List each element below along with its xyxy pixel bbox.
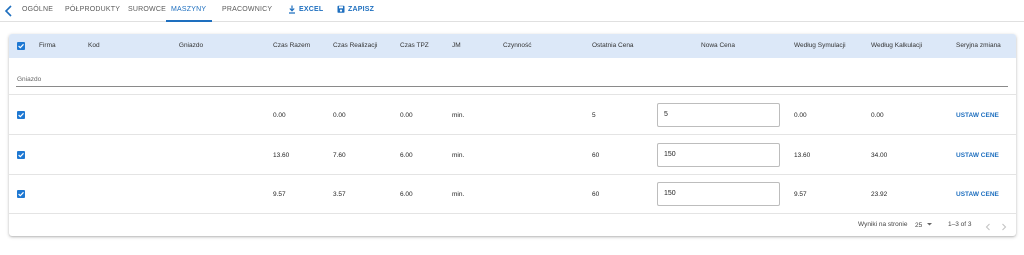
ustaw-cene-button[interactable]: USTAW CENE xyxy=(956,191,999,198)
header-kod[interactable]: Kod xyxy=(88,42,100,49)
row-checkbox[interactable] xyxy=(17,111,25,119)
tab-pracownicy[interactable]: PRACOWNICY xyxy=(222,6,272,13)
divider xyxy=(9,134,1016,135)
header-nowa-cena[interactable]: Nowa Cena xyxy=(701,42,735,49)
cell-czas-tpz: 6.00 xyxy=(400,152,413,159)
gniazdo-filter-label: Gniazdo xyxy=(17,76,42,83)
previous-page-icon[interactable] xyxy=(984,219,992,236)
select-all-checkbox[interactable] xyxy=(17,42,25,50)
ustaw-cene-button[interactable]: USTAW CENE xyxy=(956,152,999,159)
header-wedlug-symulacji[interactable]: Według Symulacji xyxy=(794,42,846,49)
header-jm[interactable]: JM xyxy=(452,42,461,49)
divider xyxy=(9,174,1016,175)
nowa-cena-input[interactable]: 5 xyxy=(657,103,780,127)
active-tab-indicator xyxy=(166,20,212,22)
header-ostatnia-cena[interactable]: Ostatnia Cena xyxy=(592,42,634,49)
header-firma[interactable]: Firma xyxy=(39,42,56,49)
per-page-select[interactable]: 25 xyxy=(915,221,933,229)
cell-jm: min. xyxy=(452,152,465,159)
cell-wedlug-kalkulacji: 0.00 xyxy=(871,112,884,119)
dropdown-arrow-icon xyxy=(927,223,933,226)
table-header: Firma Kod Gniazdo Czas Razem Czas Realiz… xyxy=(9,34,1016,58)
download-icon xyxy=(289,5,295,14)
check-icon xyxy=(18,112,24,118)
cell-ostatnia-cena: 60 xyxy=(592,152,600,159)
cell-czas-razem: 9.57 xyxy=(273,191,286,198)
cell-czas-realizacji: 0.00 xyxy=(333,112,346,119)
next-page-icon[interactable] xyxy=(1000,219,1008,236)
cell-ostatnia-cena: 5 xyxy=(592,112,596,119)
cell-ostatnia-cena: 60 xyxy=(592,191,600,198)
row-checkbox[interactable] xyxy=(17,151,25,159)
check-icon xyxy=(18,152,24,158)
divider xyxy=(9,213,1016,214)
cell-czas-razem: 0.00 xyxy=(273,112,286,119)
tab-maszyny[interactable]: MASZYNY xyxy=(171,6,206,13)
cell-wedlug-symulacji: 0.00 xyxy=(794,112,807,119)
header-seryjna-zmiana[interactable]: Seryjna zmiana xyxy=(956,42,1001,49)
excel-button[interactable]: EXCEL xyxy=(289,5,324,14)
check-icon xyxy=(18,43,24,49)
save-label: ZAPISZ xyxy=(348,6,375,13)
gniazdo-filter-input[interactable] xyxy=(16,86,1008,87)
ustaw-cene-button[interactable]: USTAW CENE xyxy=(956,112,999,119)
cell-czas-tpz: 0.00 xyxy=(400,112,413,119)
pagination-range: 1–3 of 3 xyxy=(948,221,972,228)
cell-wedlug-symulacji: 9.57 xyxy=(794,191,807,198)
divider xyxy=(9,94,1016,95)
excel-label: EXCEL xyxy=(299,6,324,13)
header-czas-tpz[interactable]: Czas TPZ xyxy=(400,42,429,49)
top-tab-bar: OGÓLNE PÓŁPRODUKTY SUROWCE MASZYNY PRACO… xyxy=(0,0,1024,22)
machines-table-card: Firma Kod Gniazdo Czas Razem Czas Realiz… xyxy=(9,34,1016,236)
tab-ogolne[interactable]: OGÓLNE xyxy=(22,6,53,13)
row-checkbox[interactable] xyxy=(17,190,25,198)
header-czas-realizacji[interactable]: Czas Realizacji xyxy=(333,42,377,49)
cell-wedlug-kalkulacji: 34.00 xyxy=(871,152,888,159)
header-wedlug-kalkulacji[interactable]: Według Kalkulacji xyxy=(871,42,922,49)
cell-czas-realizacji: 7.60 xyxy=(333,152,346,159)
tab-polprodukty[interactable]: PÓŁPRODUKTY xyxy=(65,6,120,13)
cell-czas-tpz: 6.00 xyxy=(400,191,413,198)
header-czas-razem[interactable]: Czas Razem xyxy=(273,42,310,49)
nowa-cena-input[interactable]: 150 xyxy=(657,182,780,206)
cell-jm: min. xyxy=(452,191,465,198)
save-button[interactable]: ZAPISZ xyxy=(337,5,375,13)
nowa-cena-input[interactable]: 150 xyxy=(657,143,780,167)
check-icon xyxy=(18,191,24,197)
per-page-value: 25 xyxy=(915,222,923,229)
header-gniazdo[interactable]: Gniazdo xyxy=(179,42,203,49)
cell-wedlug-kalkulacji: 23.92 xyxy=(871,191,888,198)
cell-wedlug-symulacji: 13.60 xyxy=(794,152,811,159)
tab-surowce[interactable]: SUROWCE xyxy=(128,6,166,13)
cell-czas-realizacji: 3.57 xyxy=(333,191,346,198)
per-page-label: Wyniki na stronie xyxy=(858,221,908,228)
header-czynnosc[interactable]: Czynność xyxy=(503,42,532,49)
cell-czas-razem: 13.60 xyxy=(273,152,290,159)
cell-jm: min. xyxy=(452,112,465,119)
back-chevron-icon[interactable] xyxy=(2,3,16,19)
save-icon xyxy=(337,5,345,13)
